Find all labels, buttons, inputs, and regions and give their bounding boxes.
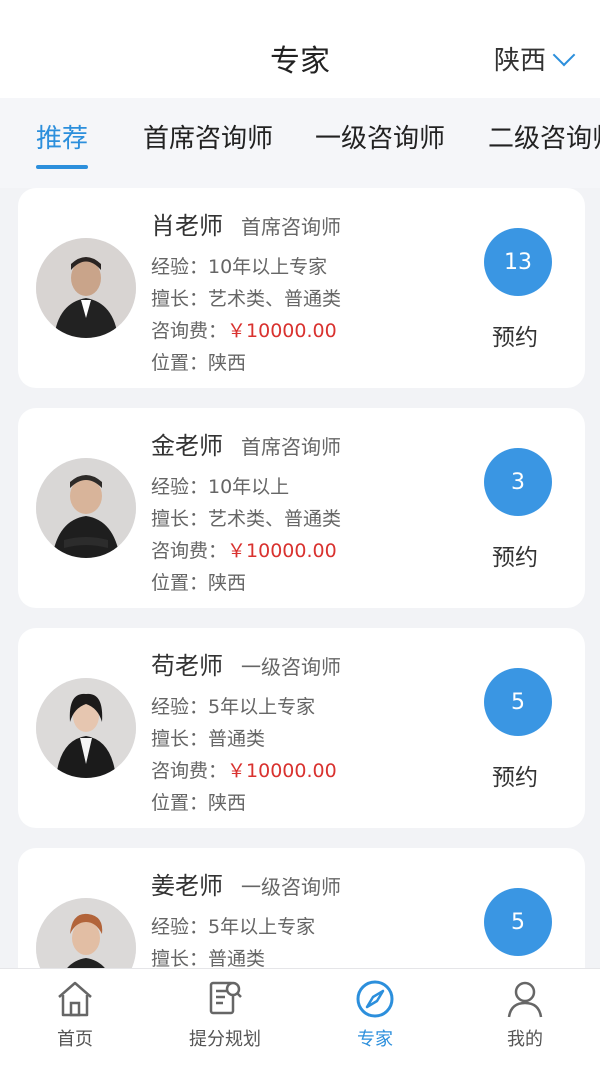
booking-count-badge[interactable]: 13 <box>484 228 552 296</box>
booking-count-badge[interactable]: 5 <box>484 888 552 956</box>
expert-avatar <box>36 238 136 338</box>
expert-level: 一级咨询师 <box>241 655 341 679</box>
fee-label: 咨询费： <box>151 760 228 782</box>
specialty-text: 擅长：普通类 <box>151 728 266 750</box>
nav-profile[interactable]: 我的 <box>450 977 600 1062</box>
expert-card[interactable]: 姜老师 一级咨询师 经验：5年以上专家 擅长：普通类 5 <box>18 848 585 968</box>
experience-text: 经验：10年以上 <box>151 476 290 498</box>
expert-card[interactable]: 金老师 首席咨询师 经验：10年以上 擅长：艺术类、普通类 咨询费：￥10000… <box>18 408 585 608</box>
home-icon <box>58 981 92 1017</box>
fee-line: 咨询费：￥10000.00 <box>151 316 337 343</box>
nav-score-plan[interactable]: 提分规划 <box>150 977 300 1062</box>
tab-label: 推荐 <box>36 124 89 154</box>
book-button[interactable]: 预约 <box>492 758 538 792</box>
specialty-text: 擅长：艺术类、普通类 <box>151 288 342 310</box>
chevron-down-icon <box>552 43 576 66</box>
experience-text: 经验：10年以上专家 <box>151 256 328 278</box>
nav-label: 首页 <box>57 1029 93 1050</box>
nav-label: 专家 <box>357 1029 393 1050</box>
expert-level: 首席咨询师 <box>241 435 341 459</box>
expert-name: 肖老师 <box>151 212 223 240</box>
book-button[interactable]: 预约 <box>492 318 538 352</box>
expert-name: 姜老师 <box>151 872 223 900</box>
expert-list: 肖老师 首席咨询师 经验：10年以上专家 擅长：艺术类、普通类 咨询费：￥100… <box>0 188 600 968</box>
tab-label: 首席咨询师 <box>143 124 274 154</box>
name-row: 金老师 首席咨询师 <box>151 426 341 461</box>
experience-text: 经验：5年以上专家 <box>151 696 316 718</box>
booking-count-badge[interactable]: 5 <box>484 668 552 736</box>
specialty-text: 擅长：普通类 <box>151 948 266 968</box>
expert-avatar <box>36 458 136 558</box>
location-text: 位置：陕西 <box>151 352 247 374</box>
tab-label: 一级咨询师 <box>315 124 446 154</box>
nav-label: 提分规划 <box>189 1029 261 1050</box>
fee-line: 咨询费：￥10000.00 <box>151 756 337 783</box>
expert-card[interactable]: 苟老师 一级咨询师 经验：5年以上专家 擅长：普通类 咨询费：￥10000.00… <box>18 628 585 828</box>
tab-first-level-consultant[interactable]: 一级咨询师 <box>315 118 445 155</box>
expert-level: 首席咨询师 <box>241 215 341 239</box>
user-icon <box>507 981 543 1018</box>
expert-card[interactable]: 肖老师 首席咨询师 经验：10年以上专家 擅长：艺术类、普通类 咨询费：￥100… <box>18 188 585 388</box>
expert-name: 金老师 <box>151 432 223 460</box>
nav-label: 我的 <box>507 1029 543 1050</box>
name-row: 肖老师 首席咨询师 <box>151 206 341 241</box>
tab-recommended[interactable]: 推荐 <box>36 118 89 169</box>
region-label: 陕西 <box>493 46 546 76</box>
nav-experts[interactable]: 专家 <box>300 977 450 1062</box>
name-row: 姜老师 一级咨询师 <box>151 866 341 901</box>
fee-value: ￥10000.00 <box>227 760 337 782</box>
top-bar: 专家 陕西 <box>0 0 600 98</box>
fee-value: ￥10000.00 <box>227 540 337 562</box>
experience-text: 经验：5年以上专家 <box>151 916 316 938</box>
fee-value: ￥10000.00 <box>227 320 337 342</box>
compass-icon <box>356 980 394 1018</box>
tab-second-level-consultant[interactable]: 二级咨询师 <box>488 118 600 155</box>
expert-avatar <box>36 898 136 968</box>
location-text: 位置：陕西 <box>151 572 247 594</box>
book-button[interactable]: 预约 <box>492 538 538 572</box>
fee-label: 咨询费： <box>151 320 228 342</box>
category-tabs: 推荐 首席咨询师 一级咨询师 二级咨询师 <box>0 98 600 188</box>
expert-name: 苟老师 <box>151 652 223 680</box>
tab-label: 二级咨询师 <box>488 124 600 154</box>
region-selector[interactable]: 陕西 <box>493 40 576 77</box>
active-tab-indicator <box>36 165 89 169</box>
plan-doc-icon <box>209 981 242 1015</box>
name-row: 苟老师 一级咨询师 <box>151 646 341 681</box>
bottom-navigation: 首页 提分规划 专家 我的 <box>0 968 600 1067</box>
booking-count-badge[interactable]: 3 <box>484 448 552 516</box>
specialty-text: 擅长：艺术类、普通类 <box>151 508 342 530</box>
tab-chief-consultant[interactable]: 首席咨询师 <box>143 118 273 155</box>
fee-line: 咨询费：￥10000.00 <box>151 536 337 563</box>
expert-avatar <box>36 678 136 778</box>
expert-level: 一级咨询师 <box>241 875 341 899</box>
nav-home[interactable]: 首页 <box>0 977 150 1062</box>
fee-label: 咨询费： <box>151 540 228 562</box>
location-text: 位置：陕西 <box>151 792 247 814</box>
